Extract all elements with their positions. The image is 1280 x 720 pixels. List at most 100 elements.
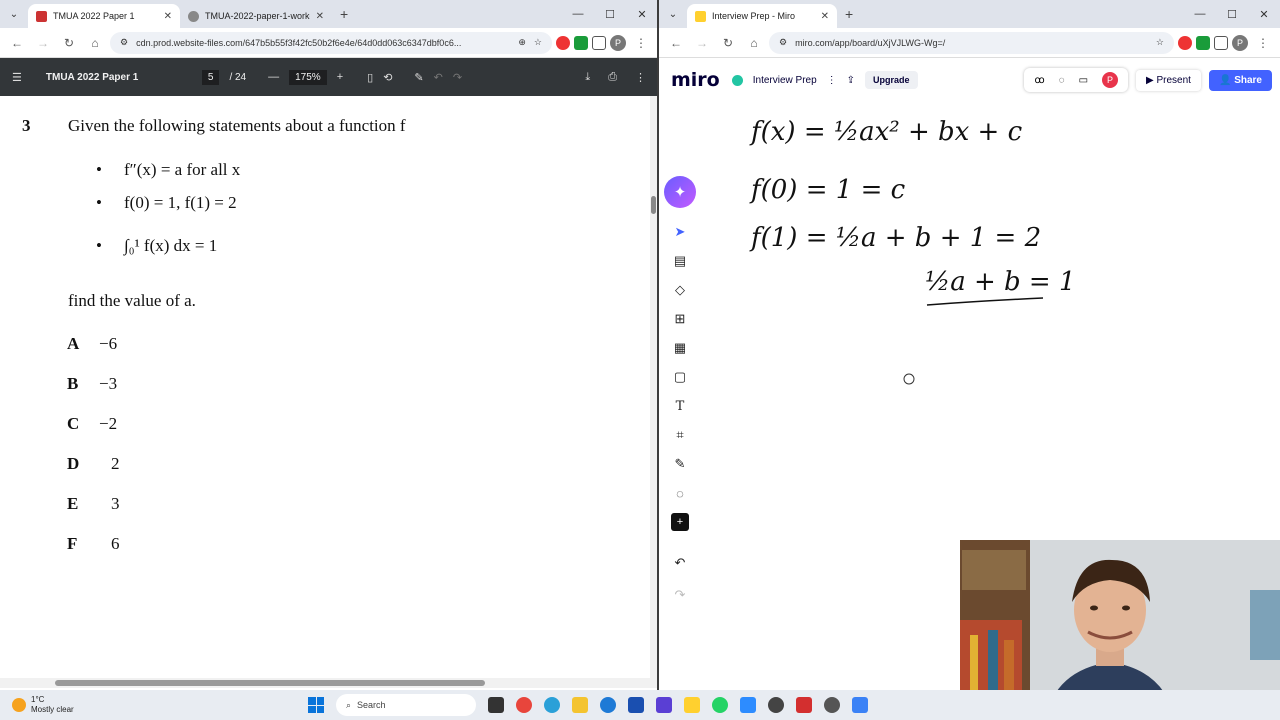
taskbar-search[interactable]: ⌕ Search xyxy=(336,694,476,716)
extensions-puzzle-icon[interactable] xyxy=(1214,35,1228,50)
upgrade-button[interactable]: Upgrade xyxy=(865,71,918,89)
select-cursor-icon[interactable]: ➤ xyxy=(671,223,689,241)
close-window-icon[interactable]: ✕ xyxy=(1248,8,1280,21)
text-tool-icon[interactable]: T xyxy=(671,397,689,415)
weather-sun-icon xyxy=(12,698,26,712)
video-call-icon[interactable]: ▭ xyxy=(1079,75,1088,86)
undo-icon[interactable]: ↶ xyxy=(671,554,689,572)
board-menu-icon[interactable]: ⋮ xyxy=(827,75,837,86)
scroll-thumb[interactable] xyxy=(55,680,485,686)
zoom-app-icon[interactable] xyxy=(740,697,756,713)
sidebar-menu-icon[interactable]: ☰ xyxy=(12,71,22,84)
extensions-puzzle-icon[interactable] xyxy=(592,35,606,50)
comments-icon[interactable]: ◌ xyxy=(1059,75,1065,86)
collaborator-avatar[interactable]: P xyxy=(1102,72,1119,88)
sticky-note-icon[interactable]: ▢ xyxy=(671,368,689,386)
close-tab-icon[interactable]: ✕ xyxy=(164,11,172,22)
forward-icon[interactable]: → xyxy=(32,36,54,50)
horizontal-scrollbar[interactable] xyxy=(0,678,658,688)
pen-icon[interactable]: ✎ xyxy=(671,455,689,473)
frame-icon[interactable]: ⌗ xyxy=(671,426,689,444)
minimize-icon[interactable]: — xyxy=(1184,8,1216,20)
annotate-pen-icon[interactable]: ✎ xyxy=(414,71,423,84)
zoom-in-icon[interactable]: + xyxy=(337,71,343,83)
forward-icon[interactable]: → xyxy=(691,36,713,50)
minimize-icon[interactable]: — xyxy=(562,8,594,20)
whatsapp-icon[interactable] xyxy=(712,697,728,713)
task-view-icon[interactable] xyxy=(488,697,504,713)
site-info-icon[interactable]: ⚙ xyxy=(779,37,787,48)
edge-icon[interactable] xyxy=(544,697,560,713)
page-number-input[interactable]: 5 xyxy=(201,69,220,85)
back-icon[interactable]: ← xyxy=(6,36,28,50)
vpn-icon[interactable] xyxy=(656,697,672,713)
maximize-icon[interactable]: ☐ xyxy=(1216,8,1248,21)
browser-icon[interactable] xyxy=(600,697,616,713)
print-icon[interactable]: ⎙ xyxy=(608,71,617,84)
ai-sparkle-button[interactable]: ✦ xyxy=(664,176,696,208)
add-more-icon[interactable]: + xyxy=(671,513,689,531)
github-icon[interactable] xyxy=(768,697,784,713)
redo-icon[interactable]: ↷ xyxy=(671,586,689,604)
zoom-icon[interactable]: ⊕ xyxy=(518,37,526,48)
file-explorer-icon[interactable] xyxy=(572,697,588,713)
frame-layout-icon[interactable]: ▦ xyxy=(671,339,689,357)
windows-start-icon[interactable] xyxy=(308,697,324,713)
home-icon[interactable]: ⌂ xyxy=(743,36,765,50)
tab-miro[interactable]: Interview Prep - Miro ✕ xyxy=(687,4,837,28)
reload-icon[interactable]: ↻ xyxy=(58,36,80,50)
maximize-icon[interactable]: ☐ xyxy=(594,8,626,21)
redo-icon[interactable]: ↷ xyxy=(453,71,462,84)
browser-menu-icon[interactable]: ⋮ xyxy=(1252,36,1274,50)
browser-menu-icon[interactable]: ⋮ xyxy=(630,36,652,50)
download-icon[interactable]: ⤓ xyxy=(585,71,590,84)
templates-icon[interactable]: ▤ xyxy=(671,252,689,270)
tab-pdf[interactable]: TMUA 2022 Paper 1 ✕ xyxy=(28,4,180,28)
tab-search-icon[interactable]: ⌄ xyxy=(659,9,687,20)
new-tab-icon[interactable]: + xyxy=(837,6,861,22)
bookmark-star-icon[interactable]: ☆ xyxy=(1156,37,1164,48)
notes-icon[interactable] xyxy=(852,697,868,713)
adblock-extension-icon[interactable] xyxy=(1178,35,1192,50)
zoom-level[interactable]: 175% xyxy=(289,69,327,85)
close-tab-icon[interactable]: ✕ xyxy=(821,11,829,22)
reactions-icon[interactable]: ꝏ xyxy=(1034,75,1044,86)
eraser-icon[interactable]: ◇ xyxy=(671,281,689,299)
board-name[interactable]: Interview Prep xyxy=(753,75,817,86)
scroll-thumb[interactable] xyxy=(651,196,656,214)
tab-search-icon[interactable]: ⌄ xyxy=(0,9,28,20)
undo-icon[interactable]: ↶ xyxy=(434,71,443,84)
fit-page-icon[interactable]: ▯ xyxy=(367,71,373,84)
new-tab-icon[interactable]: + xyxy=(332,6,356,22)
close-tab-icon[interactable]: ✕ xyxy=(316,11,324,22)
home-icon[interactable]: ⌂ xyxy=(84,36,106,50)
rotate-icon[interactable]: ⟲ xyxy=(383,71,392,84)
weather-widget[interactable]: 1°C Mostly clear xyxy=(12,695,272,715)
profile-avatar[interactable]: P xyxy=(1232,34,1248,51)
present-button[interactable]: ▶ Present xyxy=(1136,69,1201,91)
profile-avatar[interactable]: P xyxy=(610,34,626,51)
back-icon[interactable]: ← xyxy=(665,36,687,50)
chrome-icon[interactable] xyxy=(516,697,532,713)
shapes-grid-icon[interactable]: ⊞ xyxy=(671,310,689,328)
bookmark-star-icon[interactable]: ☆ xyxy=(534,37,542,48)
zoom-out-icon[interactable]: — xyxy=(268,71,279,83)
url-field[interactable]: ⚙ miro.com/app/board/uXjVJLWG-Wg=/ ☆ xyxy=(769,31,1174,54)
miro-logo[interactable]: miro xyxy=(671,69,720,91)
reload-icon[interactable]: ↻ xyxy=(717,36,739,50)
recorder-icon[interactable] xyxy=(796,697,812,713)
store-icon[interactable] xyxy=(628,697,644,713)
export-icon[interactable]: ⇪ xyxy=(847,75,855,86)
comment-icon[interactable]: ◌ xyxy=(671,484,689,502)
adblock-extension-icon[interactable] xyxy=(556,35,570,50)
check-extension-icon[interactable] xyxy=(574,35,588,50)
url-field[interactable]: ⚙ cdn.prod.website-files.com/647b5b55f3f… xyxy=(110,31,552,54)
tab-worked-solutions[interactable]: TMUA-2022-paper-1-worked-s ✕ xyxy=(180,4,332,28)
more-options-icon[interactable]: ⋮ xyxy=(635,71,646,84)
miro-app-icon[interactable] xyxy=(684,697,700,713)
check-extension-icon[interactable] xyxy=(1196,35,1210,50)
settings-icon[interactable] xyxy=(824,697,840,713)
site-info-icon[interactable]: ⚙ xyxy=(120,37,128,48)
share-button[interactable]: 👤 Share xyxy=(1208,69,1272,91)
close-window-icon[interactable]: ✕ xyxy=(626,8,658,21)
